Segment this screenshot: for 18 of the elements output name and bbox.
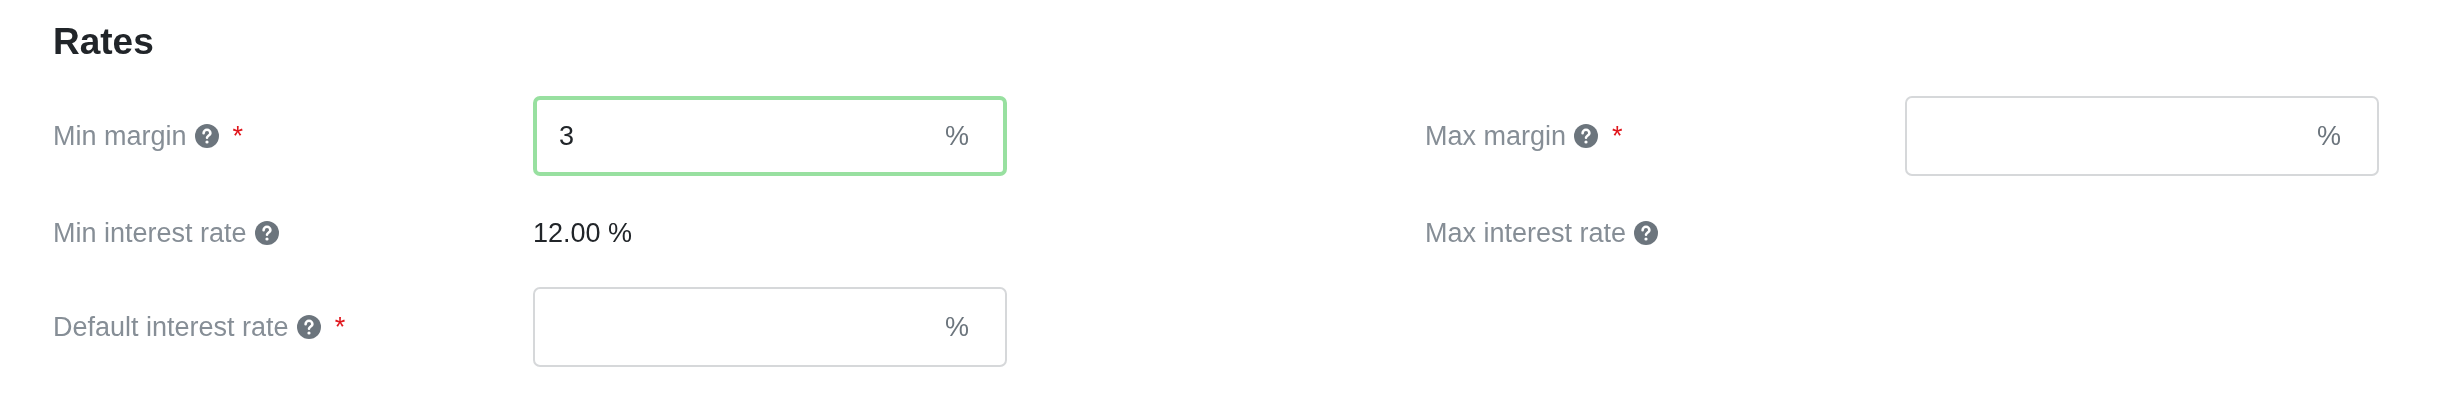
section-title: Rates <box>53 20 155 64</box>
field-label: Min margin <box>53 120 187 152</box>
required-mark: * <box>1612 120 1623 152</box>
help-icon[interactable] <box>1574 124 1599 148</box>
field-label: Min interest rate <box>53 217 247 249</box>
percent-input-field[interactable]: 3 % <box>533 96 1007 176</box>
field-label: Default interest rate <box>53 311 289 343</box>
help-icon[interactable] <box>1634 221 1659 245</box>
percent-input-field[interactable]: % <box>1905 96 2379 176</box>
help-icon[interactable] <box>194 124 219 148</box>
field-label: Max interest rate <box>1425 217 1627 249</box>
required-mark: * <box>232 120 244 152</box>
field-label: Max margin <box>1425 120 1567 152</box>
help-icon[interactable] <box>254 221 279 245</box>
percent-input-field[interactable]: % <box>533 287 1007 367</box>
field-value: 12.00 % <box>533 217 633 249</box>
required-mark: * <box>334 311 346 343</box>
help-icon[interactable] <box>296 315 321 339</box>
